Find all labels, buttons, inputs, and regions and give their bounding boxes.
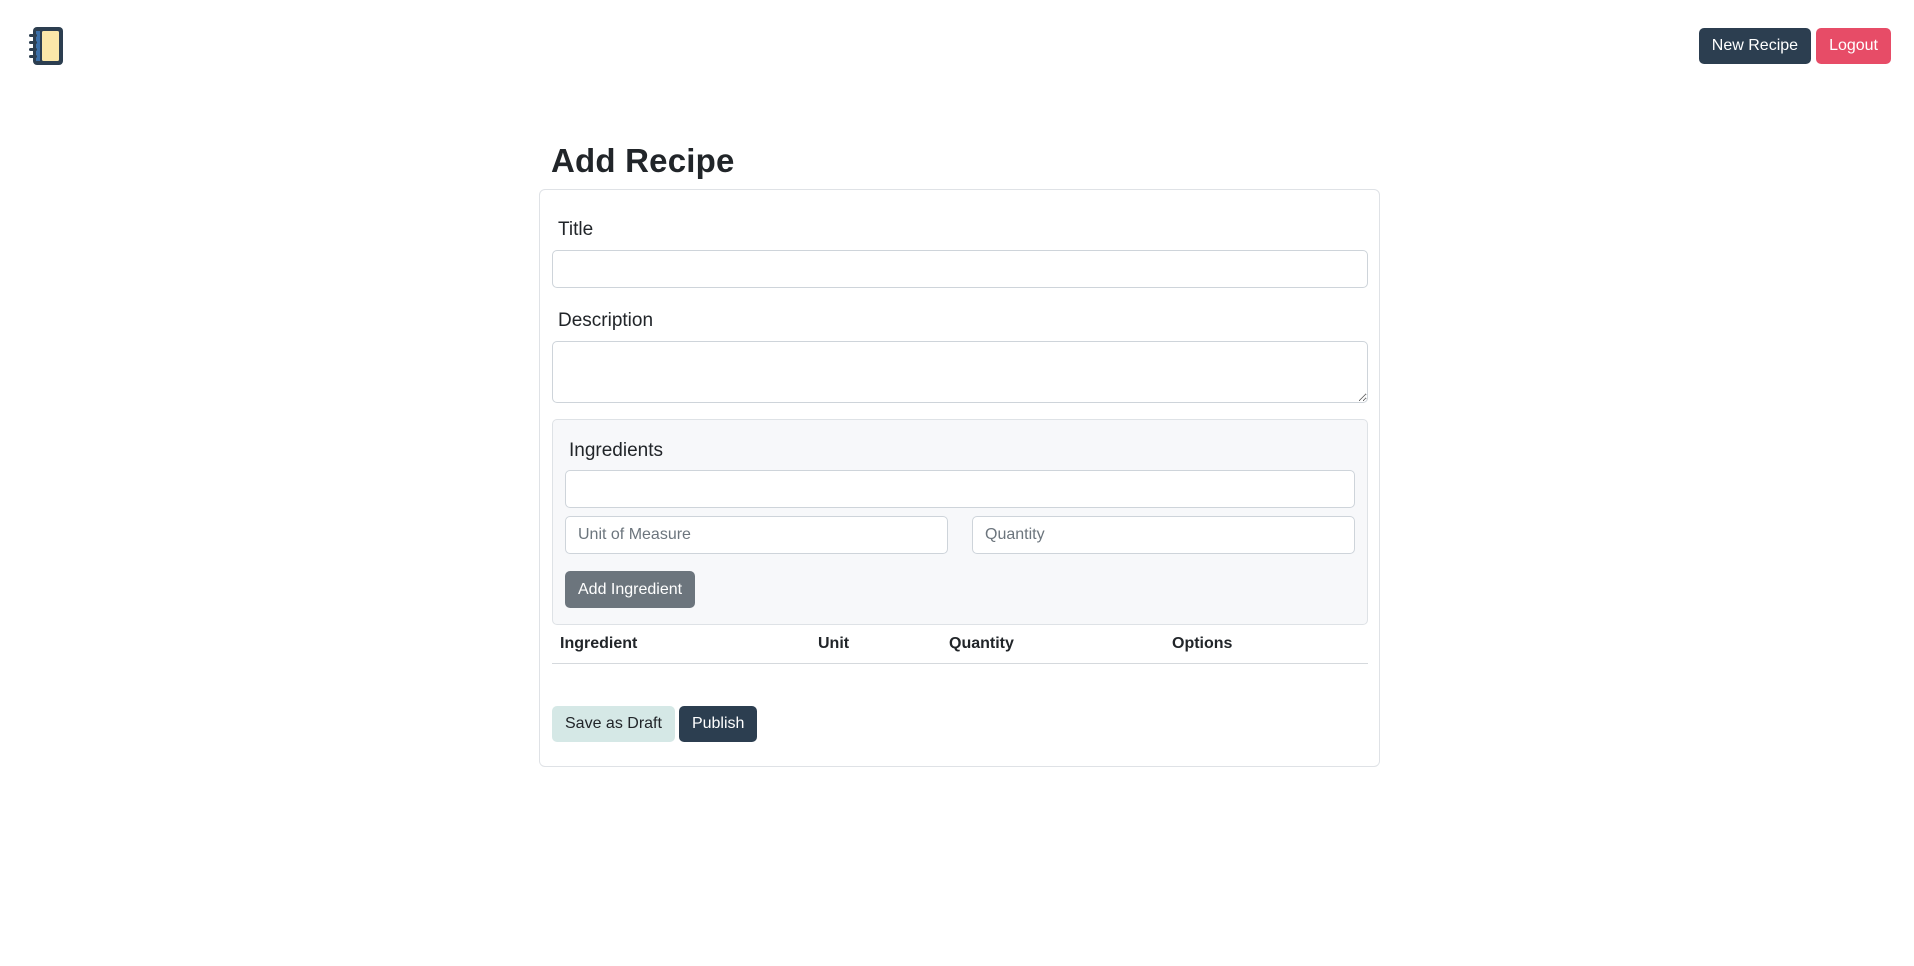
publish-button[interactable]: Publish [678, 706, 758, 742]
column-header-ingredient: Ingredient [560, 635, 638, 652]
new-recipe-button[interactable]: New Recipe [1698, 28, 1812, 64]
title-label: Title [558, 219, 594, 240]
unit-of-measure-input[interactable] [565, 516, 948, 554]
ingredients-table-header: Ingredient Unit Quantity Options [552, 634, 1368, 664]
notebook-icon[interactable] [26, 25, 68, 67]
save-as-draft-button[interactable]: Save as Draft [552, 706, 675, 742]
nav-actions: New Recipe Logout [1698, 28, 1891, 64]
recipe-form-card: Title Description Ingredients Add Ingred… [539, 189, 1380, 767]
page-title: Add Recipe [551, 142, 735, 179]
logout-button[interactable]: Logout [1816, 28, 1891, 64]
ingredient-input[interactable] [565, 470, 1355, 508]
navbar: New Recipe Logout [0, 0, 1914, 92]
quantity-input[interactable] [972, 516, 1355, 554]
description-label: Description [558, 310, 654, 331]
ingredients-label: Ingredients [569, 440, 664, 461]
column-header-options: Options [1172, 635, 1233, 652]
column-header-unit: Unit [818, 635, 850, 652]
column-header-quantity: Quantity [949, 635, 1014, 652]
ingredients-panel: Ingredients Add Ingredient [552, 419, 1368, 625]
description-textarea[interactable] [552, 341, 1368, 403]
add-ingredient-button[interactable]: Add Ingredient [565, 571, 696, 608]
title-input[interactable] [552, 250, 1368, 288]
form-actions: Save as Draft Publish [552, 706, 758, 742]
